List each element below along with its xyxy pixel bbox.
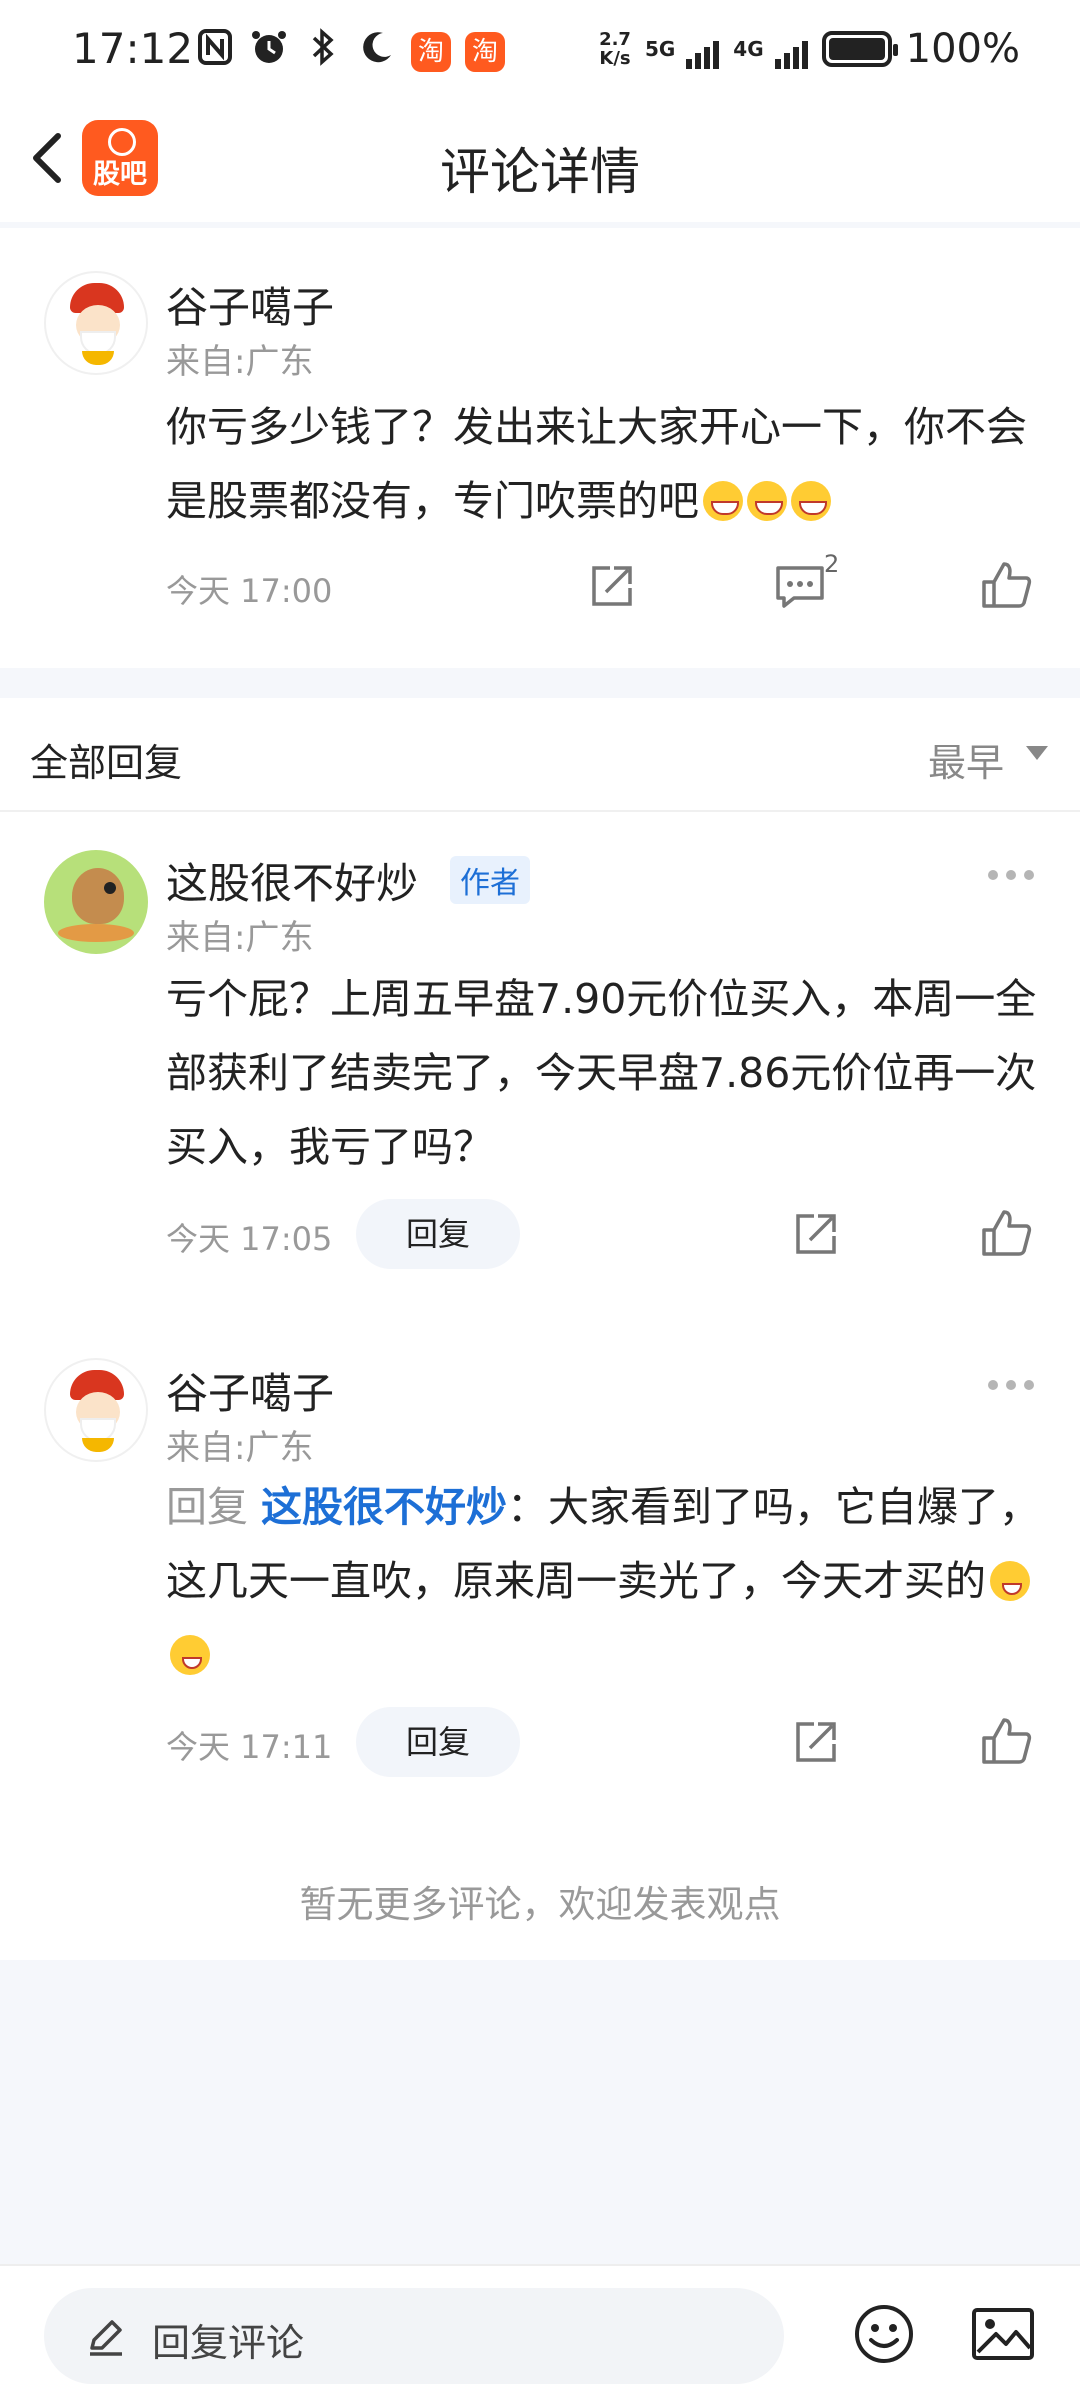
image-button[interactable] [970, 2302, 1036, 2366]
avatar[interactable] [44, 1358, 148, 1462]
status-left-icons: 淘 淘 [195, 28, 505, 75]
share-button[interactable] [584, 558, 640, 614]
more-options-icon[interactable] [988, 1380, 1034, 1392]
share-icon [796, 1214, 836, 1254]
comment-location: 来自:广东 [166, 342, 314, 382]
like-button[interactable] [978, 1206, 1034, 1262]
reply-input-placeholder: 回复评论 [152, 2321, 305, 2365]
comment-author[interactable]: 谷子噶子 [166, 274, 334, 335]
share-button[interactable] [788, 1206, 844, 1262]
battery-icon [821, 31, 898, 67]
reply-button[interactable]: 回复 [356, 1707, 520, 1777]
reply-input[interactable]: 回复评论 [44, 2288, 784, 2384]
share-icon [796, 1722, 836, 1762]
divider [0, 810, 1080, 812]
replies-title: 全部回复 [30, 741, 183, 785]
main-comment: 谷子噶子 来自:广东 你亏多少钱了？发出来让大家开心一下，你不会是股票都没有，专… [0, 228, 1080, 668]
sort-selector[interactable]: 最早 [928, 732, 1004, 787]
taobao-app-icon: 淘 [411, 31, 451, 72]
grin-emoji-icon [703, 481, 743, 521]
comment-button[interactable] [772, 558, 828, 614]
author-badge: 作者 [450, 856, 530, 904]
reply-button[interactable]: 回复 [356, 1199, 520, 1269]
grin-emoji-icon [791, 481, 831, 521]
image-icon [972, 2308, 1034, 2360]
end-of-list-text: 暂无更多评论，欢迎发表观点 [299, 1883, 781, 1926]
status-bar: 17:12 淘 淘 2.7 K/s 5G 4G 100% [0, 0, 1080, 100]
thumbs-up-icon [982, 1718, 1032, 1764]
smiley-icon [855, 2305, 913, 2363]
caret-down-icon[interactable] [1026, 746, 1048, 760]
comment-count: 2 [824, 550, 840, 578]
thumbs-up-icon [982, 562, 1032, 608]
taobao-app-icon: 淘 [465, 31, 505, 72]
like-button[interactable] [978, 1714, 1034, 1770]
nav-bar: 股吧 评论详情 [0, 100, 1080, 222]
bottom-bar: 回复评论 [0, 2264, 1080, 2400]
alarm-icon [249, 28, 289, 75]
share-icon [592, 566, 632, 606]
reply-location: 来自:广东 [166, 1428, 314, 1468]
reply-author[interactable]: 谷子噶子 [166, 1360, 334, 1421]
battery-percent: 100% [905, 26, 1020, 72]
reply-author[interactable]: 这股很不好炒 [166, 850, 418, 911]
moon-icon [357, 29, 397, 74]
avatar[interactable] [44, 850, 148, 954]
reply-location: 来自:广东 [166, 918, 314, 958]
bluetooth-icon [303, 28, 343, 75]
status-time: 17:12 [72, 24, 194, 73]
reply-time: 今天 17:05 [166, 1220, 333, 1258]
avatar[interactable] [44, 271, 148, 375]
grin-emoji-icon [747, 481, 787, 521]
reply-target-link[interactable]: 这股很不好炒 [261, 1483, 507, 1531]
share-button[interactable] [788, 1714, 844, 1770]
nfc-icon [195, 29, 235, 74]
network-speed: 2.7 K/s [599, 29, 631, 69]
thinking-emoji-icon [990, 1561, 1030, 1601]
emoji-button[interactable] [852, 2302, 916, 2366]
comment-icon [776, 566, 824, 608]
replies-section: 全部回复 最早 这股很不好炒 作者 来自:广东 亏个屁？上周五早盘7.90元价位… [0, 698, 1080, 1960]
status-right-icons: 2.7 K/s 5G 4G 100% [599, 26, 1020, 72]
reply-time: 今天 17:11 [166, 1728, 333, 1766]
more-options-icon[interactable] [988, 870, 1034, 882]
comment-time: 今天 17:00 [166, 572, 333, 610]
reply-text: 回复 这股很不好炒：大家看到了吗，它自爆了，这几天一直吹，原来周一卖光了，今天才… [166, 1470, 1046, 1692]
signal-4g-icon: 4G [733, 37, 808, 69]
signal-5g-icon: 5G [645, 37, 720, 69]
thumbs-up-icon [982, 1210, 1032, 1256]
reply-text: 亏个屁？上周五早盘7.90元价位买入，本周一全部获利了结卖完了，今天早盘7.86… [166, 975, 1037, 1171]
like-button[interactable] [978, 558, 1034, 614]
page-title: 评论详情 [440, 143, 640, 201]
pencil-icon [90, 2320, 122, 2356]
comment-text: 你亏多少钱了？发出来让大家开心一下，你不会是股票都没有，专门吹票的吧 [166, 403, 1027, 525]
thinking-emoji-icon [170, 1635, 210, 1675]
